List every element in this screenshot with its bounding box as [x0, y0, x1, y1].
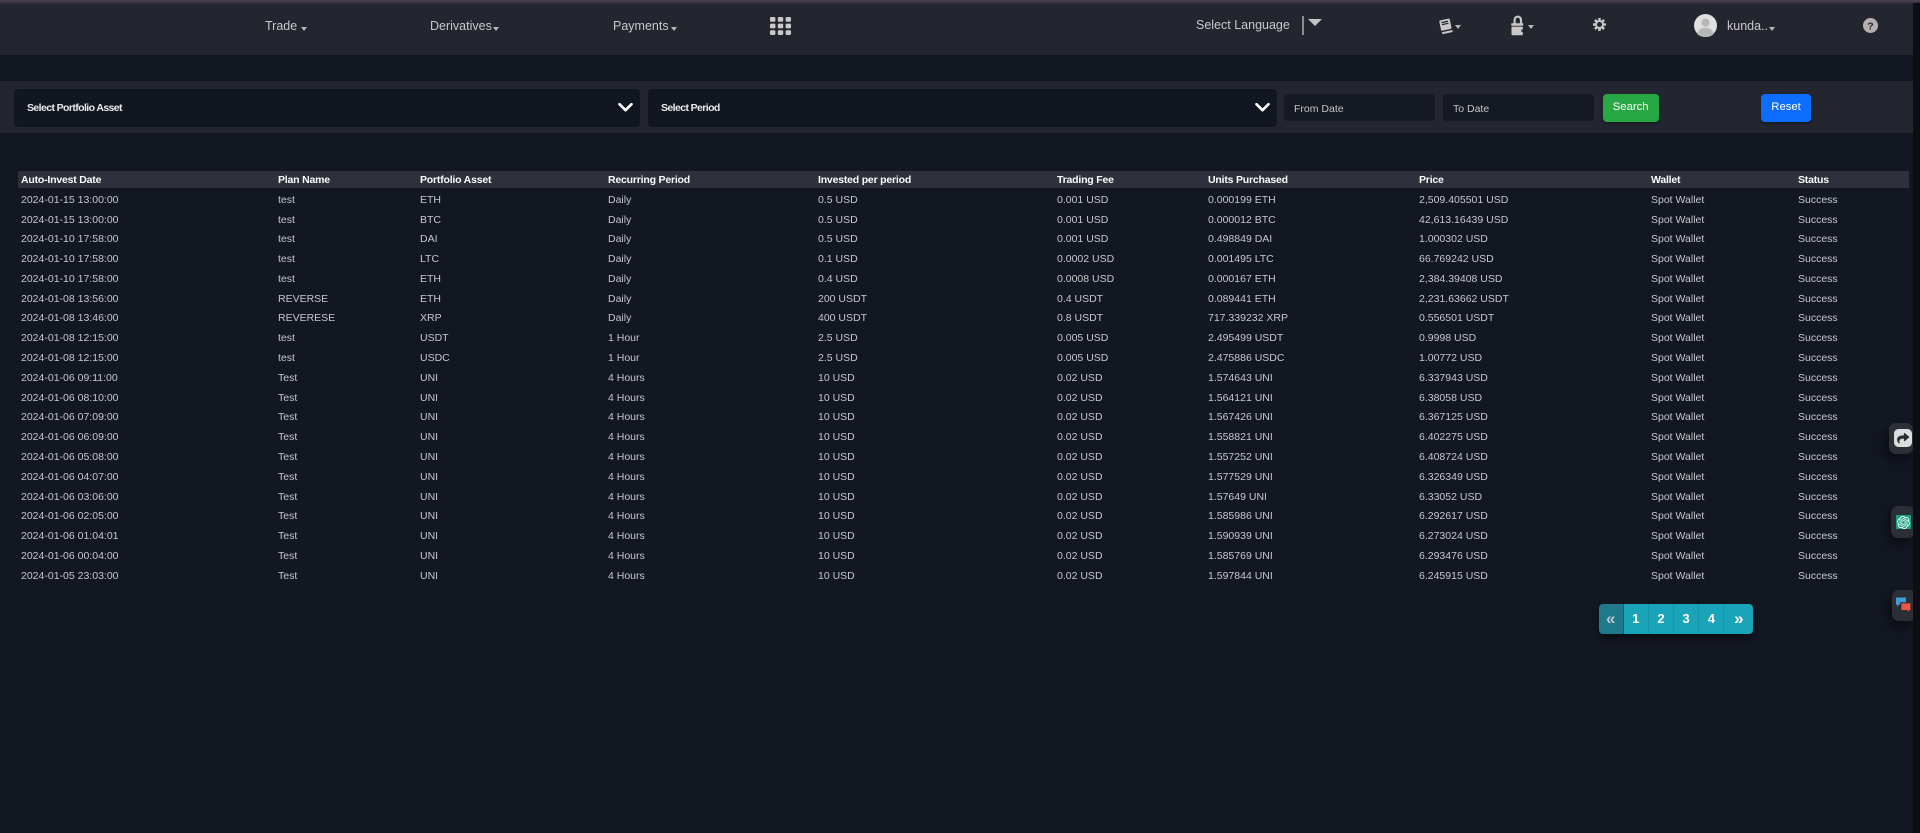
svg-text:?: ?: [1867, 20, 1873, 32]
